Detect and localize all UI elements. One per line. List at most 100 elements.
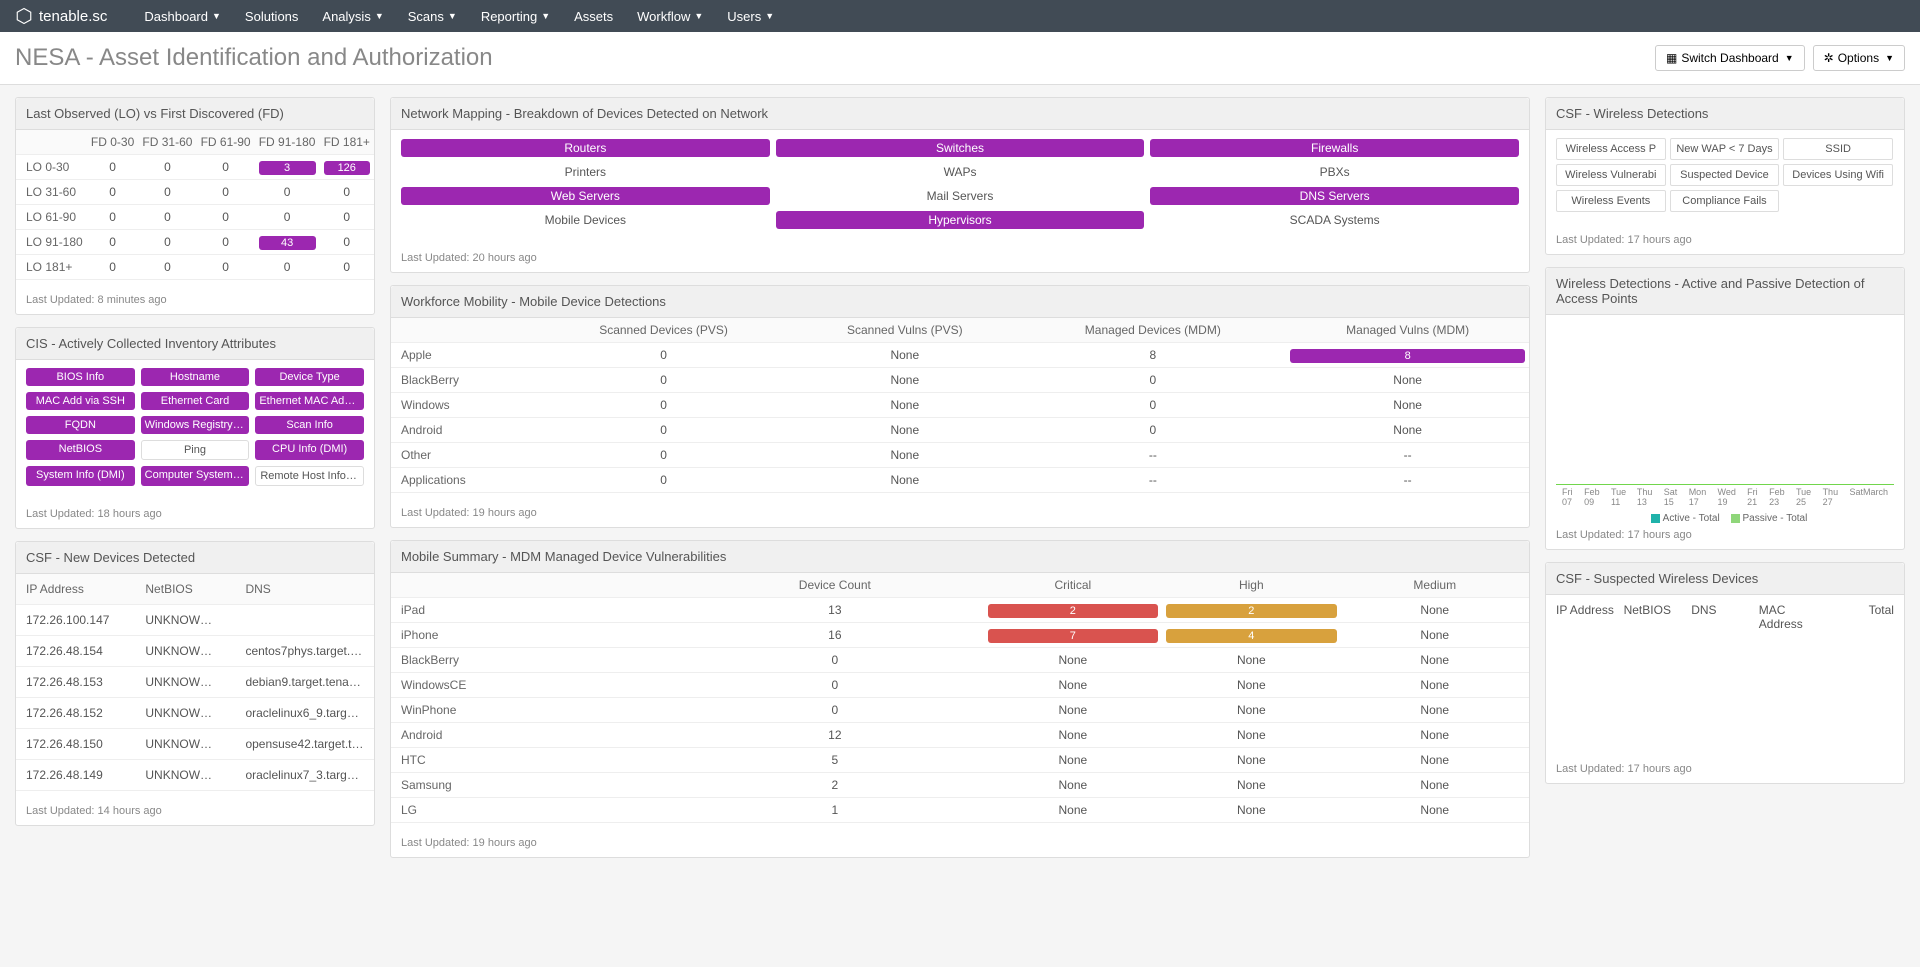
cell: 0 [138, 230, 196, 255]
table-row[interactable]: 172.26.48.150UNKNOW…opensuse42.target.te… [16, 729, 374, 760]
cis-cell[interactable]: BIOS Info [26, 368, 135, 386]
table-row[interactable]: LO 31-6000000 [16, 180, 374, 205]
table-row[interactable]: Other0None---- [391, 443, 1529, 468]
nav-item-analysis[interactable]: Analysis▼ [310, 0, 395, 32]
net-cell[interactable]: Routers [401, 139, 770, 157]
chart-area: Fri 07Feb 09Tue 11Thu 13Sat 15Mon 17Wed … [1546, 315, 1904, 515]
table-row[interactable]: BlackBerry0NoneNoneNone [391, 648, 1529, 673]
wireless-cell[interactable]: Devices Using Wifi [1783, 164, 1893, 186]
net-row: Web Servers Mail Servers DNS Servers [391, 184, 1529, 208]
cell: None [1286, 393, 1529, 418]
brand[interactable]: tenable.sc [15, 7, 107, 25]
switch-dashboard-button[interactable]: ▦ Switch Dashboard ▼ [1655, 45, 1805, 71]
cis-cell[interactable]: NetBIOS [26, 440, 135, 460]
table-row[interactable]: 172.26.48.152UNKNOW…oraclelinux6_9.targe… [16, 698, 374, 729]
table-row[interactable]: HTC5NoneNoneNone [391, 748, 1529, 773]
nav-item-scans[interactable]: Scans▼ [396, 0, 469, 32]
table-row[interactable]: Apple0None88 [391, 343, 1529, 368]
cell: 0 [320, 230, 375, 255]
table-row[interactable]: 172.26.48.154UNKNOW…centos7phys.target.t… [16, 636, 374, 667]
nav-item-assets[interactable]: Assets [562, 0, 625, 32]
net-cell[interactable]: WAPs [776, 163, 1145, 181]
wireless-cell[interactable]: Compliance Fails [1670, 190, 1780, 212]
cell: 0 [197, 180, 255, 205]
cis-cell[interactable]: Ping [141, 440, 250, 460]
table-row[interactable]: LO 0-300003126 [16, 155, 374, 180]
last-updated: Last Updated: 14 hours ago [26, 799, 364, 817]
cis-cell[interactable]: System Info (DMI) [26, 466, 135, 486]
cell: None [790, 443, 1019, 468]
cell: 172.26.100.147 [16, 605, 135, 636]
cis-cell[interactable]: Windows Registry OS and [141, 416, 250, 434]
table-row[interactable]: 172.26.100.147UNKNOW… [16, 605, 374, 636]
net-cell[interactable]: Mail Servers [776, 187, 1145, 205]
table-row[interactable]: WinPhone0NoneNoneNone [391, 698, 1529, 723]
cis-cell[interactable]: Device Type [255, 368, 364, 386]
col-header [16, 130, 87, 155]
wireless-cell[interactable]: SSID [1783, 138, 1893, 160]
cis-cell[interactable]: Scan Info [255, 416, 364, 434]
net-cell[interactable]: Firewalls [1150, 139, 1519, 157]
table-row[interactable]: Samsung2NoneNoneNone [391, 773, 1529, 798]
table-row[interactable]: iPad1322None [391, 598, 1529, 623]
cell: 0 [138, 255, 196, 280]
cell: 0 [197, 255, 255, 280]
cis-cell[interactable]: Ethernet MAC Addresses [255, 392, 364, 410]
value-pill: 4 [1166, 629, 1336, 643]
value-pill: 3 [259, 161, 316, 175]
cell: None [1162, 698, 1340, 723]
net-cell[interactable]: Printers [401, 163, 770, 181]
table-row[interactable]: 172.26.48.153UNKNOW…debian9.target.tenab… [16, 667, 374, 698]
nav-item-reporting[interactable]: Reporting▼ [469, 0, 562, 32]
table-row[interactable]: Applications0None---- [391, 468, 1529, 493]
cell: None [1341, 673, 1529, 698]
cis-cell[interactable]: FQDN [26, 416, 135, 434]
table-row[interactable]: BlackBerry0None0None [391, 368, 1529, 393]
table-row[interactable]: WindowsCE0NoneNoneNone [391, 673, 1529, 698]
table-row[interactable]: Android12NoneNoneNone [391, 723, 1529, 748]
wireless-cell[interactable]: Wireless Access P [1556, 138, 1666, 160]
grid-icon: ▦ [1666, 51, 1677, 65]
table-row[interactable]: LO 91-180000430 [16, 230, 374, 255]
wireless-cell[interactable]: Wireless Vulnerabi [1556, 164, 1666, 186]
cell: 0 [138, 205, 196, 230]
cis-cell[interactable]: CPU Info (DMI) [255, 440, 364, 460]
wireless-cell[interactable]: New WAP < 7 Days [1670, 138, 1780, 160]
net-cell[interactable]: Web Servers [401, 187, 770, 205]
cis-cell[interactable]: Ethernet Card [141, 392, 250, 410]
options-button[interactable]: ✲ Options ▼ [1813, 45, 1905, 71]
cell: 0 [537, 418, 790, 443]
cis-cell[interactable]: MAC Add via SSH [26, 392, 135, 410]
table-row[interactable]: LO 181+00000 [16, 255, 374, 280]
net-cell[interactable]: SCADA Systems [1150, 211, 1519, 229]
wireless-cell[interactable]: Suspected Device [1670, 164, 1780, 186]
cell: 16 [686, 623, 984, 648]
cell: 172.26.48.153 [16, 667, 135, 698]
nav-item-dashboard[interactable]: Dashboard▼ [132, 0, 233, 32]
x-tick: Fri 21 [1747, 487, 1769, 507]
table-row[interactable]: Android0None0None [391, 418, 1529, 443]
net-cell[interactable]: Switches [776, 139, 1145, 157]
net-cell[interactable]: Hypervisors [776, 211, 1145, 229]
cis-cell[interactable]: Remote Host Info Disclo [255, 466, 364, 486]
chevron-down-icon: ▼ [212, 11, 221, 21]
nav-item-workflow[interactable]: Workflow▼ [625, 0, 715, 32]
nav-item-solutions[interactable]: Solutions [233, 0, 310, 32]
cell: None [1162, 723, 1340, 748]
mobility-table: Scanned Devices (PVS)Scanned Vulns (PVS)… [391, 318, 1529, 493]
table-row[interactable]: iPhone1674None [391, 623, 1529, 648]
net-cell[interactable]: Mobile Devices [401, 211, 770, 229]
nav-item-users[interactable]: Users▼ [715, 0, 786, 32]
table-row[interactable]: 172.26.48.149UNKNOW…oraclelinux7_3.targe… [16, 760, 374, 791]
value-pill: 8 [1290, 349, 1525, 363]
wireless-cell[interactable]: Wireless Events [1556, 190, 1666, 212]
panel-new-devices: CSF - New Devices Detected IP AddressNet… [15, 541, 375, 826]
cis-cell[interactable]: Hostname [141, 368, 250, 386]
table-row[interactable]: LG1NoneNoneNone [391, 798, 1529, 823]
net-cell[interactable]: PBXs [1150, 163, 1519, 181]
table-row[interactable]: LO 61-9000000 [16, 205, 374, 230]
table-row[interactable]: Windows0None0None [391, 393, 1529, 418]
net-cell[interactable]: DNS Servers [1150, 187, 1519, 205]
cis-cell[interactable]: Computer System Product [141, 466, 250, 486]
col-header: IP Address [16, 574, 135, 605]
